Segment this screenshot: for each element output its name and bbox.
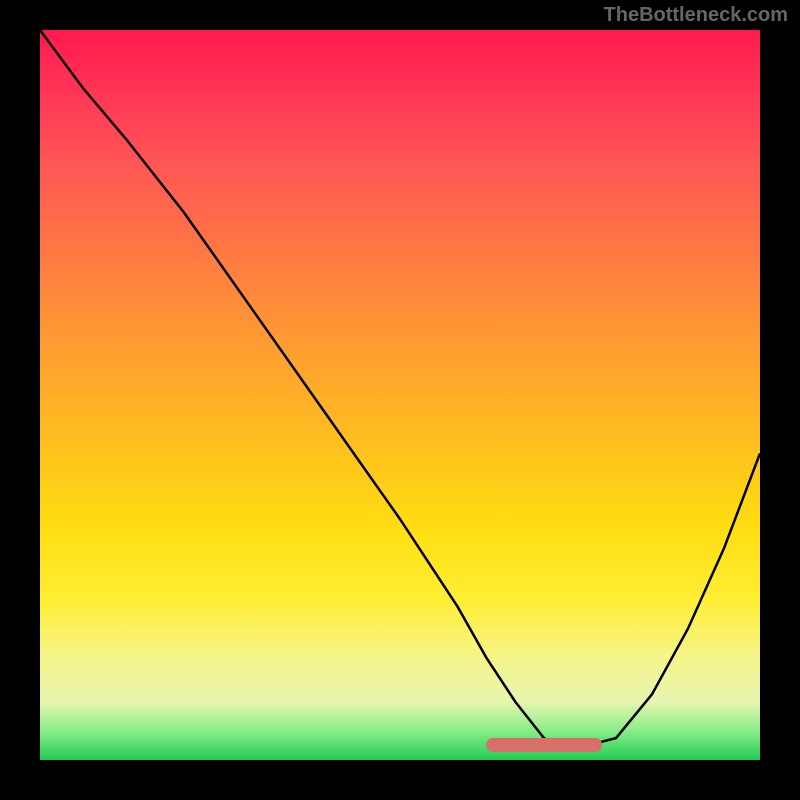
chart-container: TheBottleneck.com xyxy=(0,0,800,800)
watermark-text: TheBottleneck.com xyxy=(604,4,788,27)
curve-line xyxy=(40,30,760,760)
highlighted-minimum-segment xyxy=(486,738,601,752)
plot-area xyxy=(40,30,760,760)
